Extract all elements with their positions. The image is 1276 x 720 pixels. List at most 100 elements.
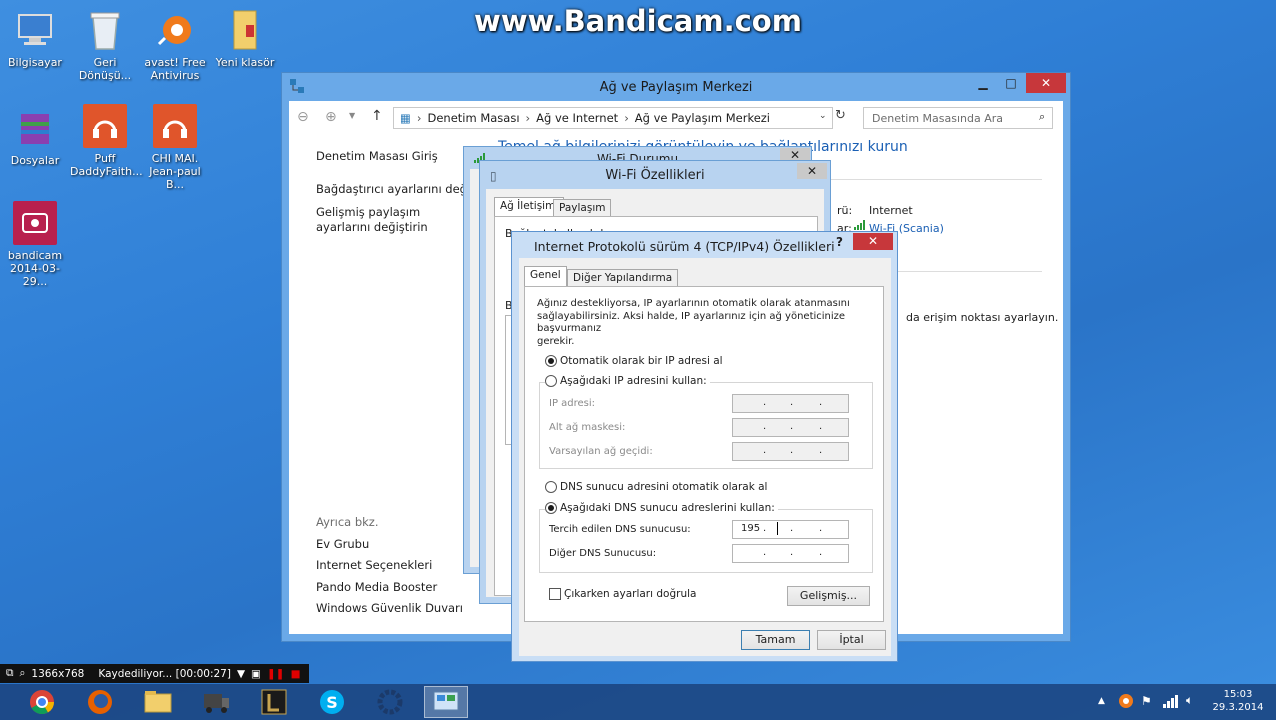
icon-label: DaddyFaith... [70,165,143,178]
bandicam-video-icon [13,201,57,245]
auto-ip-radio[interactable]: Otomatik olarak bir IP adresi al [545,355,723,367]
icon-label: Geri [93,56,117,69]
ok-button[interactable]: Tamam [741,630,810,650]
forward-icon[interactable]: ⊕ [325,109,337,125]
breadcrumb-item[interactable]: Ağ ve Paylaşım Merkezi [635,111,770,125]
headphones-icon [83,104,127,148]
pause-icon[interactable]: ❚❚ [267,668,285,680]
default-gateway-label: Varsayılan ağ geçidi: [549,446,653,457]
wifi-tray-icon[interactable] [1163,694,1179,711]
manual-dns-radio[interactable]: Aşağıdaki DNS sunucu adreslerini kullan: [545,502,778,514]
computer-icon [13,8,57,52]
control-panel-taskbar-icon[interactable] [424,686,468,718]
subnet-mask-label: Alt ağ maskesi: [549,422,626,433]
desktop-icon-avast[interactable]: avast! Free Antivirus [140,8,210,82]
desktop-icon-files[interactable]: Dosyalar [0,106,70,167]
maximize-button[interactable]: □ [998,73,1024,93]
bandicam-recording-bar: ⧉ ⌕ 1366x768 Kaydediliyor... [00:00:27] … [0,664,309,683]
icon-label: Dosyalar [10,154,60,167]
access-type-label: rü: [837,204,853,217]
stop-icon[interactable]: ■ [291,668,301,680]
chrome-icon[interactable] [22,686,62,718]
icon-label: Jean-paul B... [149,165,201,191]
avast-icon [153,8,197,52]
chevron-down-icon[interactable]: ⌄ [819,111,827,121]
camera-icon[interactable]: ▣ [251,668,261,680]
access-type-value: Internet [869,204,913,217]
desktop-icon-new-folder[interactable]: Yeni klasör [210,8,280,69]
nav-homegroup[interactable]: Ev Grubu [316,537,369,551]
control-panel-small-icon: ▦ [400,111,411,125]
league-of-legends-icon[interactable] [254,686,294,718]
breadcrumb[interactable]: ▦ › Denetim Masası › Ağ ve Internet › Ağ… [393,107,833,129]
subnet-mask-field[interactable]: ... [732,418,849,437]
checkbox-unchecked-icon [549,588,561,600]
ip-address-field[interactable]: ... [732,394,849,413]
desktop-icon-recycle-bin[interactable]: Geri Dönüşü... [70,8,140,82]
euro-truck-icon[interactable] [196,686,236,718]
desktop-icon-puff[interactable]: Puff DaddyFaith... [70,104,143,178]
recent-pages-icon[interactable]: ▼ [349,111,355,120]
nav-pando-media-booster[interactable]: Pando Media Booster [316,580,437,594]
icon-label: Bilgisayar [8,56,62,69]
up-arrow-icon[interactable]: ↑ [371,108,383,124]
desktop-icon-chi-mai[interactable]: CHI MAI. Jean-paul B... [140,104,210,191]
window-icon[interactable]: ⧉ [6,667,14,680]
close-button[interactable]: ✕ [1026,73,1066,93]
desktop-icon-bandicam[interactable]: bandicam 2014-03-29... [0,201,70,288]
window-titlebar[interactable]: Ağ ve Paylaşım Merkezi ▁ □ ✕ [282,73,1070,101]
back-icon[interactable]: ⊖ [297,109,309,125]
refresh-icon[interactable]: ↻ [835,108,846,123]
tab-general[interactable]: Genel [524,266,567,286]
volume-icon[interactable]: 🔈︎ [1186,693,1193,708]
nav-advanced-sharing-settings[interactable]: Gelişmiş paylaşım ayarlarını değiştirin [316,205,466,235]
desktop-icon-computer[interactable]: Bilgisayar [0,8,70,69]
preferred-dns-octet-1[interactable]: 195 [741,523,760,534]
manual-ip-radio[interactable]: Aşağıdaki IP adresini kullan: [545,375,710,387]
resolution-label: 1366x768 [31,667,85,680]
intro-text: Ağınız destekliyorsa, IP ayarlarının oto… [537,298,850,347]
ccleaner-icon[interactable] [370,686,410,718]
tab-alternate-configuration[interactable]: Diğer Yapılandırma [567,269,679,286]
minimize-button[interactable]: ▁ [970,73,996,93]
radio-selected-icon [545,502,557,514]
skype-icon[interactable]: S [312,686,352,718]
tray-overflow-icon[interactable]: ▲ [1098,696,1105,706]
preferred-dns-field[interactable]: 195 . .. [732,520,849,539]
see-also-title: Ayrıca bkz. [316,515,379,529]
advanced-button[interactable]: Gelişmiş... [787,586,870,606]
nav-control-panel-home[interactable]: Denetim Masası Giriş [316,149,438,163]
close-button[interactable]: ✕ [797,163,827,179]
window-title: Ağ ve Paylaşım Merkezi [599,80,753,95]
cancel-button[interactable]: İptal [817,630,886,650]
text-cursor [777,522,778,535]
breadcrumb-item[interactable]: Ağ ve Internet [536,111,618,125]
search-input[interactable]: Denetim Masasında Ara [863,107,1053,129]
default-gateway-field[interactable]: ... [732,442,849,461]
dropdown-icon[interactable]: ▼ [237,668,245,680]
auto-dns-radio[interactable]: DNS sunucu adresini otomatik olarak al [545,481,767,493]
radio-unselected-icon [545,481,557,493]
validate-on-exit-checkbox[interactable]: Çıkarken ayarları doğrula [549,588,696,600]
icon-label: avast! Free [144,56,206,69]
file-explorer-icon[interactable] [138,686,178,718]
action-center-icon[interactable]: ⚑ [1141,694,1152,708]
alternate-dns-field[interactable]: ... [732,544,849,563]
help-button[interactable]: ? [836,235,843,249]
nav-windows-firewall[interactable]: Windows Güvenlik Duvarı [316,601,463,615]
clock[interactable]: 15:03 29.3.2014 [1210,688,1266,714]
zoom-icon[interactable]: ⌕ [20,667,26,680]
avast-tray-icon[interactable] [1118,693,1134,712]
ip-address-label: IP adresi: [549,398,596,409]
dialog-title: Internet Protokolü sürüm 4 (TCP/IPv4) Öz… [534,239,835,254]
winrar-icon [13,106,57,150]
search-icon: ⌕ [1039,110,1046,123]
ipv4-properties-dialog: Internet Protokolü sürüm 4 (TCP/IPv4) Öz… [511,231,898,662]
nav-internet-options[interactable]: Internet Seçenekleri [316,558,432,572]
icon-label: bandicam [7,249,63,262]
address-bar: ⊖ ⊕ ▼ ↑ ▦ › Denetim Masası › Ağ ve Inter… [289,101,1063,135]
breadcrumb-item[interactable]: Denetim Masası [427,111,519,125]
close-button[interactable]: ✕ [853,233,893,250]
setup-text: da erişim noktası ayarlayın. [906,311,1059,324]
firefox-icon[interactable] [80,686,120,718]
